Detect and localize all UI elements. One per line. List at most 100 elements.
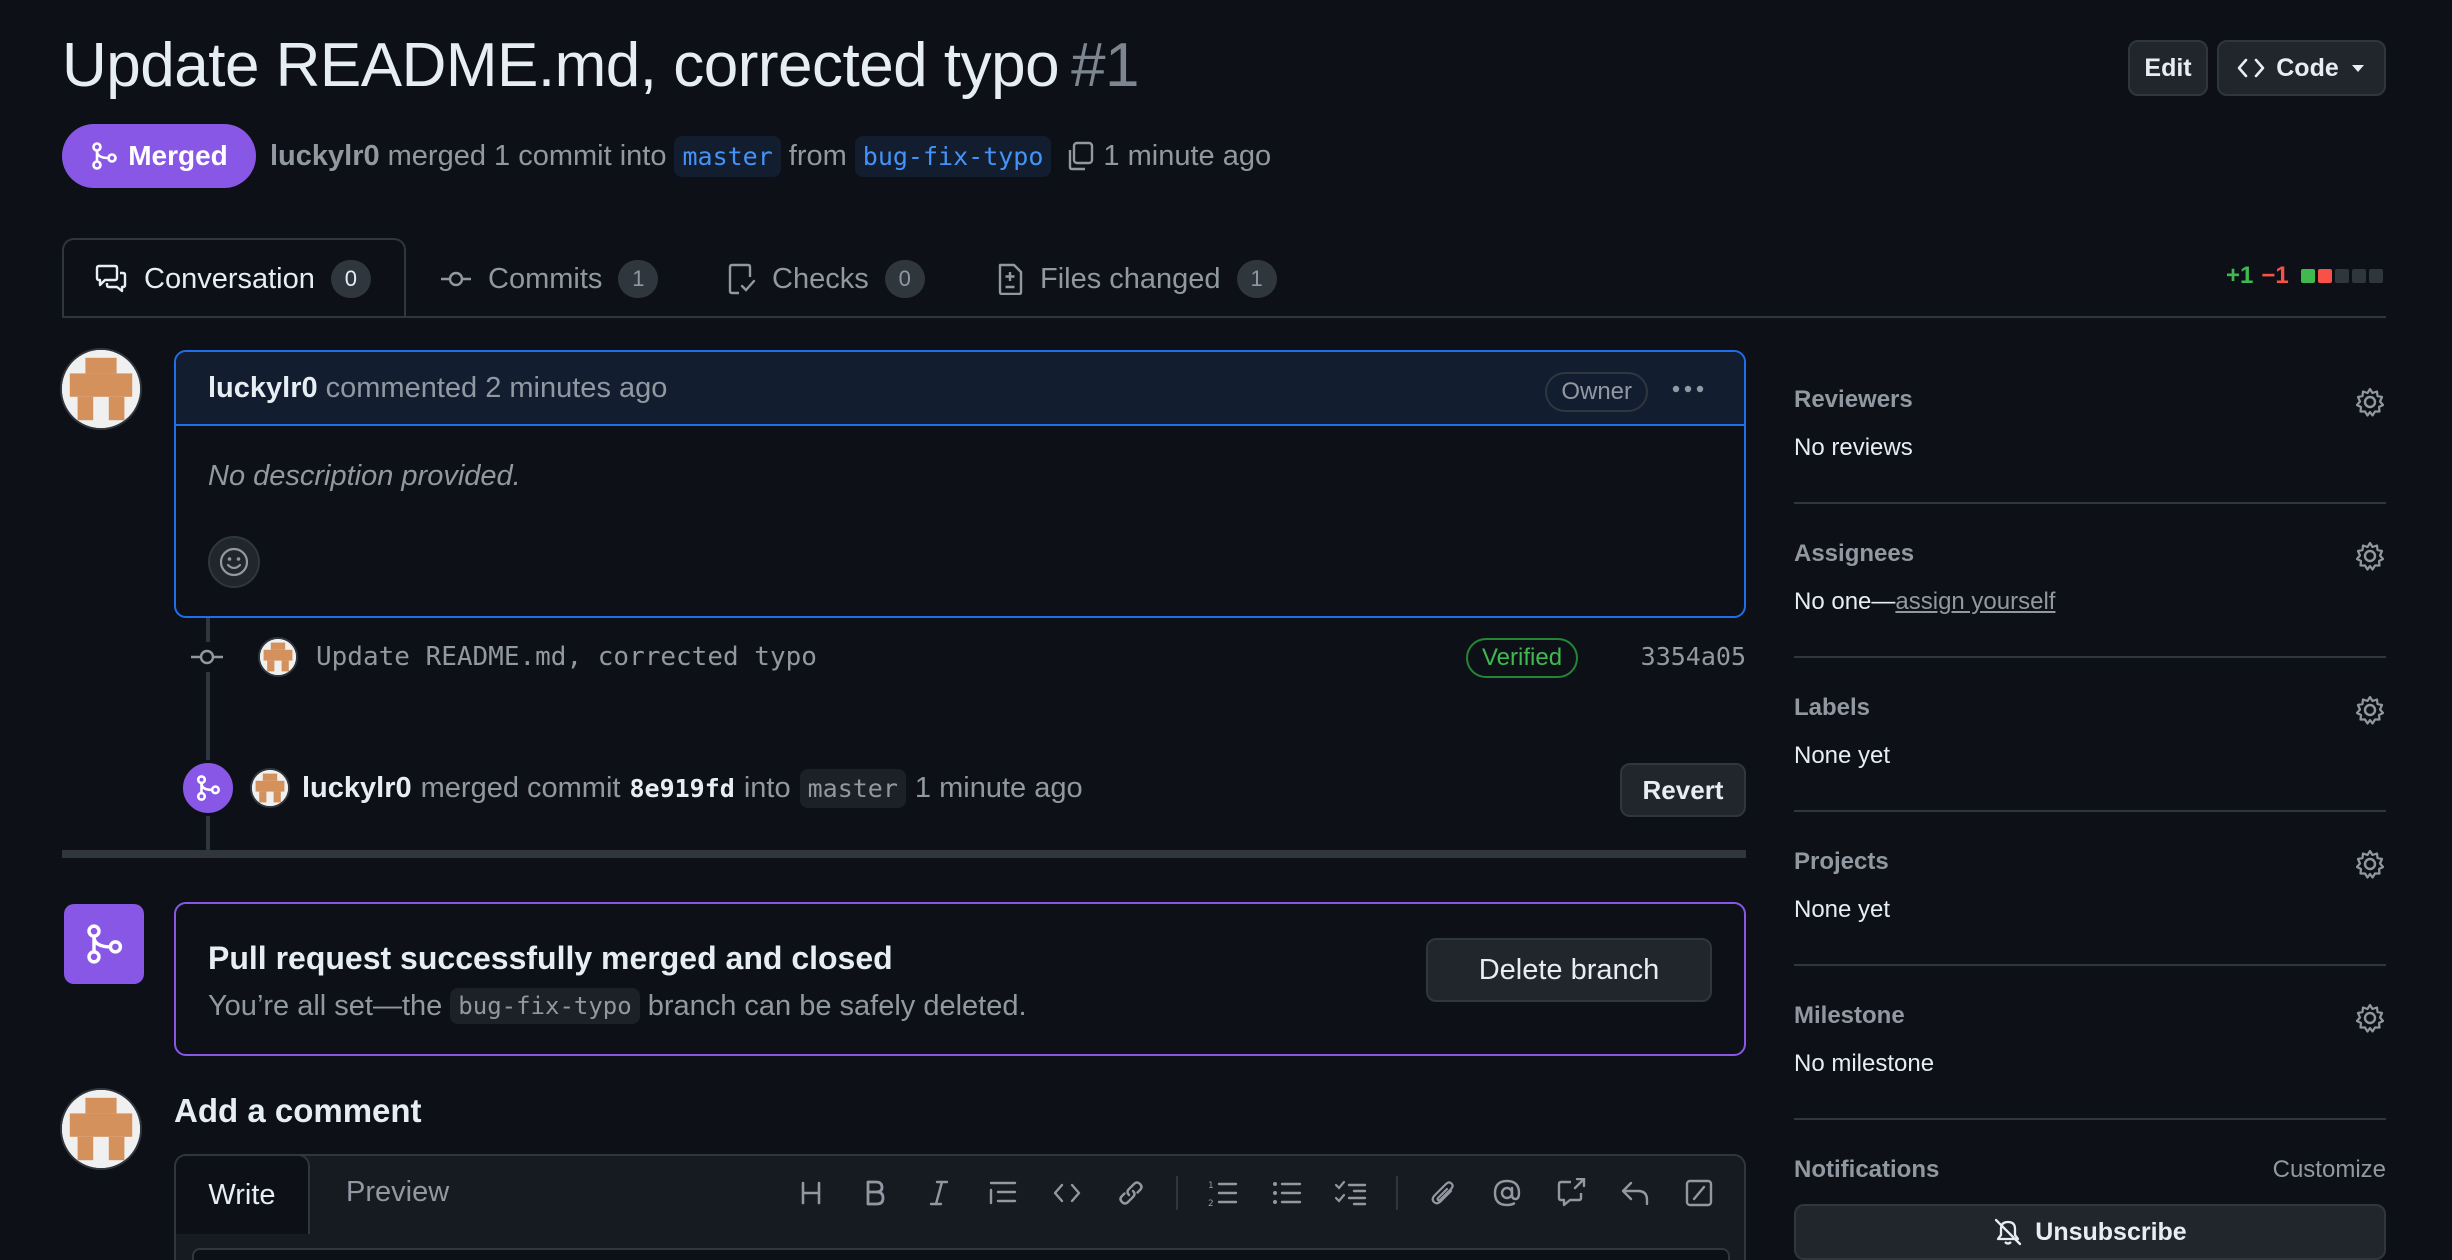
code-button[interactable]: Code <box>2217 40 2386 96</box>
gear-icon[interactable] <box>2354 1002 2386 1034</box>
diffstat-block-neutral <box>2334 269 2349 283</box>
bold-icon[interactable] <box>856 1174 894 1212</box>
comment-action: commented 2 minutes ago <box>325 371 668 404</box>
git-commit-icon <box>188 642 226 672</box>
delete-branch-button[interactable]: Delete branch <box>1426 938 1712 1002</box>
copy-icon[interactable] <box>1065 140 1095 172</box>
triangle-down-icon <box>2349 62 2367 74</box>
comment-editor: Write Preview 12 <box>174 1154 1746 1260</box>
paperclip-icon[interactable] <box>1424 1174 1462 1212</box>
diffstat-block-neutral <box>2368 269 2383 283</box>
edit-button[interactable]: Edit <box>2128 40 2208 96</box>
sidebar-milestone-value: No milestone <box>1794 1050 1935 1077</box>
avatar[interactable] <box>60 348 142 430</box>
tab-conversation[interactable]: Conversation 0 <box>94 254 371 304</box>
bell-slash-icon <box>1993 1217 2023 1247</box>
slash-command-icon[interactable] <box>1680 1174 1718 1212</box>
merge-status-text-2: branch can be safely deleted. <box>647 989 1027 1022</box>
avatar[interactable] <box>258 637 298 677</box>
markdown-toolbar: 12 <box>792 1174 1718 1212</box>
merge-time: 1 minute ago <box>914 771 1083 804</box>
smiley-icon[interactable] <box>208 536 260 588</box>
avatar[interactable] <box>60 1088 142 1170</box>
commit-sha-link[interactable]: 3354a05 <box>1641 642 1746 671</box>
commit-message-link[interactable]: Update README.md, corrected typo <box>316 642 817 672</box>
unordered-list-icon[interactable] <box>1268 1174 1306 1212</box>
revert-button[interactable]: Revert <box>1620 763 1746 817</box>
sidebar-projects-title[interactable]: Projects <box>1794 848 2386 876</box>
merge-text-2: into <box>743 771 791 804</box>
sidebar-labels-title[interactable]: Labels <box>1794 694 2386 722</box>
verified-badge[interactable]: Verified <box>1466 638 1579 678</box>
owner-badge: Owner <box>1545 372 1648 412</box>
sidebar-notifications: Notifications Customize <box>1794 1156 2386 1190</box>
file-diff-icon <box>996 263 1024 295</box>
svg-text:2: 2 <box>1208 1199 1214 1207</box>
author-link[interactable]: luckylr0 <box>270 140 380 173</box>
identicon <box>252 770 288 806</box>
tabs-divider <box>62 316 2386 318</box>
tab-commits[interactable]: Commits 1 <box>440 254 659 304</box>
gear-icon[interactable] <box>2354 386 2386 418</box>
ordered-list-icon[interactable]: 12 <box>1204 1174 1242 1212</box>
merge-author[interactable]: luckylr0 <box>302 772 412 805</box>
kebab-horizontal-icon[interactable] <box>1670 376 1706 402</box>
avatar[interactable] <box>250 768 290 808</box>
gear-icon[interactable] <box>2354 848 2386 880</box>
tab-write[interactable]: Write <box>176 1156 310 1234</box>
assign-yourself-link[interactable]: assign yourself <box>1895 588 2055 615</box>
git-merge-icon <box>180 760 236 816</box>
sidebar-labels-value: None yet <box>1794 742 1891 769</box>
diffstat-deletions: −1 <box>2261 262 2289 289</box>
gear-icon[interactable] <box>2354 540 2386 572</box>
comment-textarea[interactable] <box>192 1248 1730 1260</box>
tab-files-changed[interactable]: Files changed 1 <box>996 254 1277 304</box>
sidebar-divider <box>1794 1118 2386 1120</box>
from-text: from <box>788 139 847 172</box>
identicon <box>62 1090 140 1168</box>
sidebar-milestone: Milestone No milestone <box>1794 1002 2386 1078</box>
code-icon[interactable] <box>1048 1174 1086 1212</box>
tab-preview[interactable]: Preview <box>346 1176 449 1209</box>
merge-status-subtitle: You’re all set—the bug-fix-typo branch c… <box>208 988 1027 1024</box>
tab-checks[interactable]: Checks 0 <box>726 254 925 304</box>
sidebar-labels: Labels None yet <box>1794 694 2386 770</box>
sidebar-assignees-title[interactable]: Assignees <box>1794 540 2386 568</box>
sidebar-reviewers-title[interactable]: Reviewers <box>1794 386 2386 414</box>
merge-commit-sha[interactable]: 8e919fd <box>629 774 734 803</box>
link-icon[interactable] <box>1112 1174 1150 1212</box>
sidebar-assignees: Assignees No one—assign yourself <box>1794 540 2386 616</box>
comment-author[interactable]: luckylr0 <box>208 372 318 405</box>
merged-status-label: Merged <box>128 140 228 171</box>
target-branch[interactable]: master <box>674 135 781 177</box>
unsubscribe-button[interactable]: Unsubscribe <box>1794 1204 2386 1260</box>
merge-status-branch: bug-fix-typo <box>450 988 640 1024</box>
mention-icon[interactable] <box>1488 1174 1526 1212</box>
tab-commits-count: 1 <box>618 260 659 298</box>
comment-header: luckylr0 commented 2 minutes ago Owner <box>176 352 1744 426</box>
merged-text: merged 1 commit into <box>387 139 667 172</box>
timeline-end-divider <box>62 850 1746 858</box>
sidebar-reviewers: Reviewers No reviews <box>1794 386 2386 462</box>
quote-icon[interactable] <box>984 1174 1022 1212</box>
reply-icon[interactable] <box>1616 1174 1654 1212</box>
merge-event-row: luckylr0 merged commit 8e919fd into mast… <box>180 758 1746 818</box>
sidebar-assignees-value: No one—assign yourself <box>1794 588 2386 616</box>
pr-title: Update README.md, corrected typo <box>62 31 1060 100</box>
diffstat-block-added <box>2300 269 2315 283</box>
customize-link[interactable]: Customize <box>2273 1156 2386 1184</box>
heading-icon[interactable] <box>792 1174 830 1212</box>
gear-icon[interactable] <box>2354 694 2386 726</box>
task-list-icon[interactable] <box>1332 1174 1370 1212</box>
merge-target-branch[interactable]: master <box>799 768 906 808</box>
diffstat-additions: +1 <box>2226 262 2254 289</box>
diffstat-block-deleted <box>2317 269 2332 283</box>
italic-icon[interactable] <box>920 1174 958 1212</box>
cross-reference-icon[interactable] <box>1552 1174 1590 1212</box>
identicon <box>62 350 140 428</box>
sidebar-milestone-title[interactable]: Milestone <box>1794 1002 2386 1030</box>
page-title: Update README.md, corrected typo #1 <box>62 30 1140 101</box>
source-branch[interactable]: bug-fix-typo <box>854 135 1052 177</box>
merged-status-badge: Merged <box>62 124 256 188</box>
unsubscribe-label: Unsubscribe <box>2035 1217 2187 1246</box>
